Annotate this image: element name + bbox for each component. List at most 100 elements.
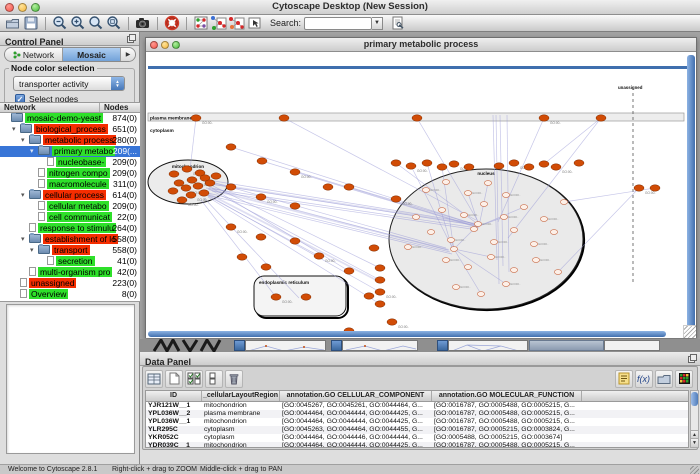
graph-node[interactable] [470, 227, 477, 232]
graph-node[interactable] [452, 285, 459, 290]
graph-node[interactable] [510, 228, 517, 233]
graph-node[interactable] [442, 258, 449, 263]
graph-node[interactable] [205, 180, 215, 186]
delete-attribute-button[interactable] [225, 370, 243, 388]
create-attribute-button[interactable] [165, 370, 183, 388]
tree-row[interactable]: ▾primary metabo209(... [0, 146, 140, 157]
help-icon[interactable] [163, 15, 181, 31]
graph-edge[interactable] [208, 196, 319, 256]
table-row[interactable]: YPL036W__1mitochondrion[GO:0044464, GO:0… [146, 418, 688, 426]
tree-row[interactable]: macromolecule311(0) [0, 179, 140, 190]
graph-node[interactable] [532, 258, 539, 263]
graph-node[interactable] [375, 265, 385, 271]
tree-row[interactable]: cellular metabo209(0) [0, 201, 140, 212]
column-header[interactable]: annotation.GO CELLULAR_COMPONENT [280, 391, 432, 401]
graph-node[interactable] [290, 169, 300, 175]
graph-node[interactable] [474, 222, 481, 227]
tree-row[interactable]: ▾establishment of lo558(0) [0, 234, 140, 245]
tree-row[interactable]: cell communicat22(0) [0, 212, 140, 223]
graph-node[interactable] [391, 160, 401, 166]
horizontal-scrollbar[interactable] [148, 331, 666, 337]
graph-node[interactable] [438, 208, 445, 213]
expand-arrow-icon[interactable]: ▾ [30, 245, 38, 256]
scroll-down-icon[interactable]: ▼ [691, 438, 698, 447]
tab-network[interactable]: Network [5, 48, 63, 61]
graph-node[interactable] [261, 264, 271, 270]
background-window[interactable] [529, 340, 604, 351]
zoom-fit-icon[interactable] [87, 15, 105, 31]
graph-node[interactable] [257, 158, 267, 164]
graph-node[interactable] [279, 115, 289, 121]
node-color-dropdown[interactable]: transporter activity ▲▼ [13, 76, 125, 91]
zoom-in-icon[interactable] [69, 15, 87, 31]
tree-row[interactable]: unassigned223(0) [0, 278, 140, 289]
graph-node[interactable] [290, 203, 300, 209]
save-icon[interactable] [22, 15, 40, 31]
graph-node[interactable] [450, 247, 457, 252]
graph-node[interactable] [449, 161, 459, 167]
import-attributes-button[interactable] [655, 370, 673, 388]
column-header[interactable]: _cellularLayoutRegion [202, 391, 280, 401]
graph-node[interactable] [574, 160, 584, 166]
select-attributes-button[interactable] [145, 370, 163, 388]
graph-node[interactable] [271, 294, 281, 300]
network-create-icon[interactable] [210, 15, 228, 31]
float-panel-icon[interactable] [688, 354, 696, 362]
zoom-selected-icon[interactable] [105, 15, 123, 31]
graph-node[interactable] [187, 177, 197, 183]
expand-arrow-icon[interactable]: ▾ [21, 234, 29, 245]
tree-row[interactable]: secretion41(0) [0, 256, 140, 267]
graph-node[interactable] [344, 184, 354, 190]
network-destroy-icon[interactable] [228, 15, 246, 31]
window-titlebar[interactable]: Cytoscape Desktop (New Session) [0, 0, 700, 15]
graph-node[interactable] [490, 240, 497, 245]
graph-node[interactable] [237, 254, 247, 260]
graph-node[interactable] [211, 173, 221, 179]
graph-node[interactable] [554, 270, 561, 275]
graph-node[interactable] [177, 197, 187, 203]
expand-arrow-icon[interactable]: ▾ [12, 124, 20, 135]
matrix-view-button[interactable] [675, 370, 693, 388]
graph-node[interactable] [427, 230, 434, 235]
search-input[interactable] [304, 17, 372, 30]
graph-node[interactable] [256, 234, 266, 240]
column-header[interactable]: ID [146, 391, 202, 401]
graph-node[interactable] [181, 185, 191, 191]
graph-node[interactable] [500, 215, 507, 220]
tree-row[interactable]: response to stimulu264(0) [0, 223, 140, 234]
graph-node[interactable] [539, 161, 549, 167]
tree-row[interactable]: nitrogen compo209(0) [0, 168, 140, 179]
tree-row[interactable]: multi-organism pro42(0) [0, 267, 140, 278]
scrollbar-thumb[interactable] [691, 392, 698, 406]
birds-eye-view[interactable] [6, 304, 135, 454]
grid-network-icon[interactable] [192, 15, 210, 31]
graph-node[interactable] [487, 255, 494, 260]
graph-node[interactable] [226, 224, 236, 230]
graph-node[interactable] [226, 144, 236, 150]
select-all-attributes-button[interactable] [185, 370, 203, 388]
graph-node[interactable] [412, 215, 419, 220]
graph-node[interactable] [551, 164, 561, 170]
resize-grip[interactable] [683, 325, 696, 338]
graph-edge[interactable] [201, 200, 276, 297]
graph-node[interactable] [364, 293, 374, 299]
graph-node[interactable] [596, 115, 606, 121]
attribute-table[interactable]: ID _cellularLayoutRegion annotation.GO C… [145, 390, 689, 448]
function-builder-button[interactable]: f(x) [635, 370, 653, 388]
expand-arrow-icon[interactable]: ▾ [21, 135, 29, 146]
window-resize-grip[interactable] [690, 466, 699, 474]
background-window[interactable] [437, 340, 448, 351]
background-window[interactable] [245, 340, 326, 351]
column-header[interactable]: annotation.GO MOLECULAR_FUNCTION [432, 391, 582, 401]
graph-node[interactable] [182, 166, 192, 172]
graph-node[interactable] [404, 245, 411, 250]
background-window[interactable] [448, 340, 528, 351]
graph-node[interactable] [464, 191, 471, 196]
graph-node[interactable] [464, 164, 474, 170]
graph-node[interactable] [502, 193, 509, 198]
table-scrollbar[interactable]: ▲ ▼ [690, 390, 699, 448]
graph-node[interactable] [524, 164, 534, 170]
tree-row[interactable]: ▾metabolic process280(0) [0, 135, 140, 146]
tree-row[interactable]: nucleobase-209(0) [0, 157, 140, 168]
graph-node[interactable] [510, 268, 517, 273]
